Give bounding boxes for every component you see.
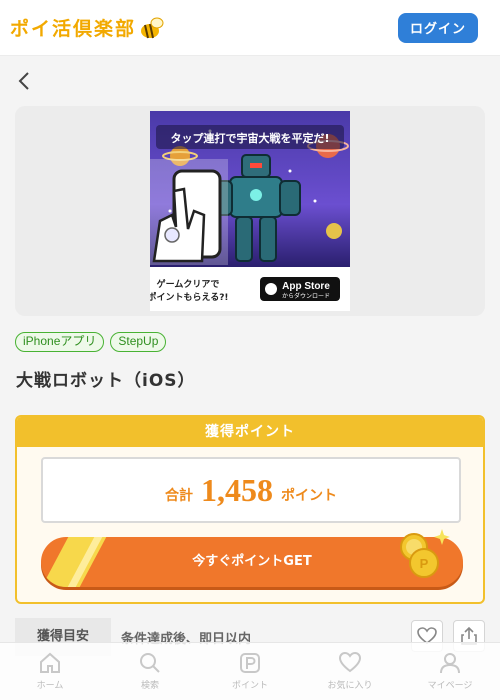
home-icon xyxy=(40,652,60,673)
app-store-badge[interactable]: App Store からダウンロード xyxy=(260,277,340,301)
tab-point[interactable]: ポイント xyxy=(200,643,300,700)
tab-label-point: ポイント xyxy=(231,681,268,691)
tab-mypage[interactable]: マイページ xyxy=(400,643,500,700)
user-icon xyxy=(440,653,460,674)
login-button[interactable]: ログイン xyxy=(398,12,478,43)
store-badge-line2: からダウンロード xyxy=(282,292,330,300)
page-title: 大戦ロボット（iOS） xyxy=(16,371,196,391)
total-value: 1,458 xyxy=(201,471,273,508)
bottom-tab-bar: ホーム 検索 ポイント お気に入り マイページ xyxy=(0,642,500,700)
tab-label-home: ホーム xyxy=(36,681,64,691)
logo-text: ポイ活倶楽部 xyxy=(10,18,137,40)
svg-text:P: P xyxy=(420,556,429,571)
hand-tap-illustration xyxy=(150,159,228,265)
logo[interactable]: ポイ活倶楽部 xyxy=(10,14,164,41)
tab-favorites[interactable]: お気に入り xyxy=(300,643,400,700)
total-points: 合計 1,458 ポイント xyxy=(41,457,461,523)
bee-icon xyxy=(141,17,164,38)
tab-label-mypage: マイページ xyxy=(427,681,473,691)
points-panel: 獲得ポイント 合計 1,458 ポイント 今すぐポイントGET P xyxy=(15,415,485,604)
banner-artwork: タップ連打で宇宙大戦を平定だ! ゲームクリアで ポイントもらえる?! App S… xyxy=(150,111,350,311)
tab-label-favorites: お気に入り xyxy=(327,681,373,691)
banner-footer-line2: ポイントもらえる?! xyxy=(150,291,229,303)
tag-stepup[interactable]: StepUp xyxy=(110,332,167,352)
search-icon xyxy=(140,653,160,673)
back-button[interactable] xyxy=(14,70,34,92)
point-icon xyxy=(240,653,260,673)
banner-footer-line1: ゲームクリアで xyxy=(157,278,220,290)
store-badge-line1: App Store xyxy=(282,281,330,292)
tag-list: iPhoneアプリ StepUp xyxy=(15,332,167,352)
tab-label-search: 検索 xyxy=(140,681,159,691)
coins-icon: P xyxy=(400,529,450,578)
app-header: ポイ活倶楽部 ログイン xyxy=(0,0,500,56)
points-header: 獲得ポイント xyxy=(17,417,483,447)
campaign-banner[interactable]: タップ連打で宇宙大戦を平定だ! ゲームクリアで ポイントもらえる?! App S… xyxy=(150,111,350,311)
tab-home[interactable]: ホーム xyxy=(0,643,100,700)
tag-iphone-app[interactable]: iPhoneアプリ xyxy=(15,332,105,352)
total-unit: ポイント xyxy=(281,488,337,504)
banner-headline: タップ連打で宇宙大戦を平定だ! xyxy=(170,131,329,145)
tab-search[interactable]: 検索 xyxy=(100,643,200,700)
banner-card: タップ連打で宇宙大戦を平定だ! ゲームクリアで ポイントもらえる?! App S… xyxy=(15,106,485,316)
heart-icon xyxy=(338,651,362,673)
chevron-left-icon xyxy=(18,72,29,90)
total-label: 合計 xyxy=(165,488,193,504)
